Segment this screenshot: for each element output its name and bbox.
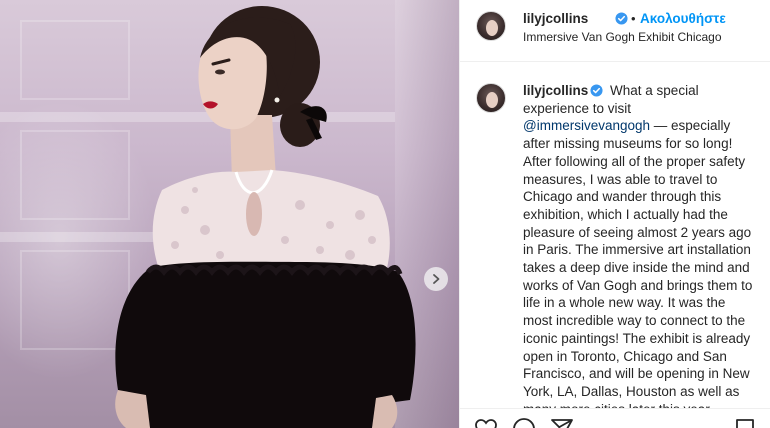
follow-button[interactable]: Ακολουθήστε bbox=[640, 11, 726, 26]
caption-username[interactable]: lilyjcollins bbox=[523, 83, 588, 98]
post-sidebar: lilyjcollins • Ακολουθήστε Immersive Van… bbox=[459, 0, 770, 428]
caption-mention-link[interactable]: @immersivevangogh bbox=[523, 118, 650, 133]
header-username[interactable]: lilyjcollins bbox=[523, 11, 588, 26]
caption-text: — especially after missing museums for s… bbox=[523, 118, 753, 408]
paper-plane-icon[interactable] bbox=[550, 417, 574, 428]
location-link[interactable]: Immersive Van Gogh Exhibit Chicago bbox=[523, 30, 722, 44]
post-photo[interactable] bbox=[0, 0, 459, 428]
follow-separator: • bbox=[631, 11, 636, 26]
verified-badge-icon bbox=[590, 84, 603, 97]
bookmark-icon[interactable] bbox=[733, 417, 757, 428]
post-caption: lilyjcollins What a special experience t… bbox=[523, 82, 755, 408]
woman-figure bbox=[115, 6, 416, 428]
heart-icon[interactable] bbox=[474, 417, 498, 428]
verified-badge-icon bbox=[615, 12, 628, 25]
avatar[interactable] bbox=[476, 11, 506, 41]
instagram-post-window: lilyjcollins • Ακολουθήστε Immersive Van… bbox=[0, 0, 770, 428]
avatar-face bbox=[486, 20, 498, 36]
chevron-right-icon bbox=[433, 274, 440, 284]
action-bar bbox=[460, 408, 770, 428]
post-header: lilyjcollins • Ακολουθήστε Immersive Van… bbox=[460, 0, 770, 62]
avatar[interactable] bbox=[476, 83, 506, 113]
comment-icon[interactable] bbox=[512, 417, 536, 428]
next-photo-button[interactable] bbox=[424, 267, 448, 291]
comments-area: lilyjcollins What a special experience t… bbox=[460, 63, 770, 408]
avatar-face bbox=[486, 92, 498, 108]
